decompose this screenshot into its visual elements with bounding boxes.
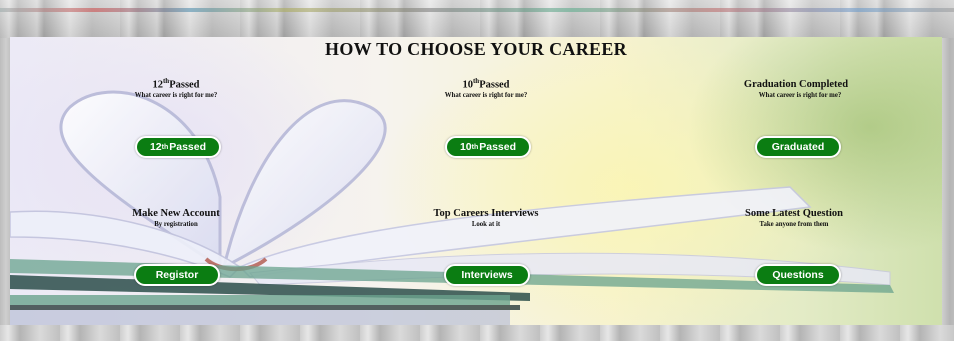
wood-background-bottom xyxy=(0,325,954,341)
wood-background-top xyxy=(0,0,954,38)
card-questions-subtitle: Take anyone from them xyxy=(759,221,829,228)
card-12th-title: 12thPassed xyxy=(152,77,200,91)
card-questions-title: Some Latest Question xyxy=(745,208,843,219)
questions-button[interactable]: Questions xyxy=(755,264,841,286)
card-10th-title: 10thPassed xyxy=(462,77,510,91)
career-banner: HOW TO CHOOSE YOUR CAREER 12thPassed Wha… xyxy=(10,37,942,325)
12th-passed-button[interactable]: 12th Passed xyxy=(135,136,221,158)
10th-passed-button[interactable]: 10th Passed xyxy=(445,136,531,158)
card-account-title: Make New Account xyxy=(132,208,220,219)
card-interviews-title: Top Careers Interviews xyxy=(433,208,539,219)
card-12th-subtitle: What career is right for me? xyxy=(134,92,218,99)
card-account-subtitle: By registration xyxy=(154,221,198,228)
card-graduation-subtitle: What career is right for me? xyxy=(758,92,842,99)
graduated-button[interactable]: Graduated xyxy=(755,136,841,158)
card-interviews-subtitle: Look at it xyxy=(471,221,501,228)
register-button[interactable]: Registor xyxy=(134,264,220,286)
card-graduation-title: Graduation Completed xyxy=(743,79,849,90)
page-title: HOW TO CHOOSE YOUR CAREER xyxy=(325,39,627,59)
card-10th-subtitle: What career is right for me? xyxy=(444,92,528,99)
interviews-button[interactable]: Interviews xyxy=(444,264,530,286)
